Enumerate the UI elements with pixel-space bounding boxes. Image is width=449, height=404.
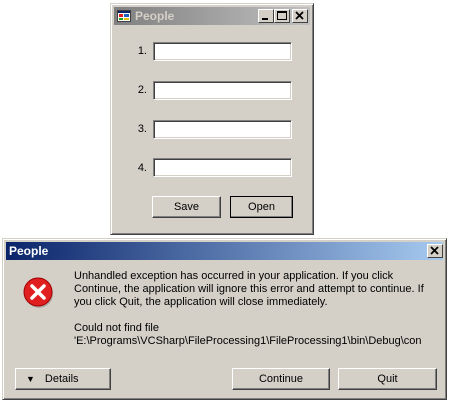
person-field-2[interactable] (153, 81, 292, 100)
dialog-title: People (9, 244, 49, 258)
window-title: People (135, 9, 175, 23)
close-button[interactable] (292, 9, 308, 23)
minimize-button[interactable] (258, 9, 274, 23)
maximize-icon (277, 11, 287, 20)
people-window: People 1. 2. 3. 4. Save Open (110, 3, 314, 235)
minimize-icon (262, 18, 268, 20)
open-button[interactable]: Open (230, 196, 293, 218)
title-bar[interactable]: People (114, 7, 310, 25)
message-line-2: Continue, the application will ignore th… (74, 283, 424, 295)
window-app-icon[interactable] (117, 9, 131, 23)
quit-button[interactable]: Quit (338, 368, 437, 390)
chevron-down-icon: ▼ (26, 374, 35, 384)
row-label-1: 1. (137, 45, 147, 57)
maximize-button[interactable] (274, 9, 290, 23)
row-label-4: 4. (137, 162, 147, 174)
continue-button[interactable]: Continue (232, 368, 330, 390)
row-label-2: 2. (137, 84, 147, 96)
message-line-1: Unhandled exception has occurred in your… (74, 270, 394, 282)
error-message: Unhandled exception has occurred in your… (74, 270, 434, 348)
save-button[interactable]: Save (152, 196, 221, 218)
detail-line-1: Could not find file (74, 322, 159, 334)
error-dialog: People Unhandled exception has occurred … (2, 238, 447, 400)
detail-line-2: 'E:\Programs\VCSharp\FileProcessing1\Fil… (74, 335, 422, 347)
dialog-title-bar[interactable]: People (6, 242, 443, 260)
details-label: Details (44, 373, 79, 385)
person-field-1[interactable] (153, 42, 292, 61)
dialog-close-button[interactable] (427, 244, 443, 258)
close-icon (295, 11, 304, 20)
close-icon (430, 246, 439, 255)
message-line-3: you click Quit, the application will clo… (74, 296, 328, 308)
person-field-3[interactable] (153, 120, 292, 139)
row-label-3: 3. (137, 123, 147, 135)
error-icon (23, 277, 53, 308)
person-field-4[interactable] (153, 158, 292, 177)
details-button[interactable]: ▼ Details (15, 368, 111, 390)
